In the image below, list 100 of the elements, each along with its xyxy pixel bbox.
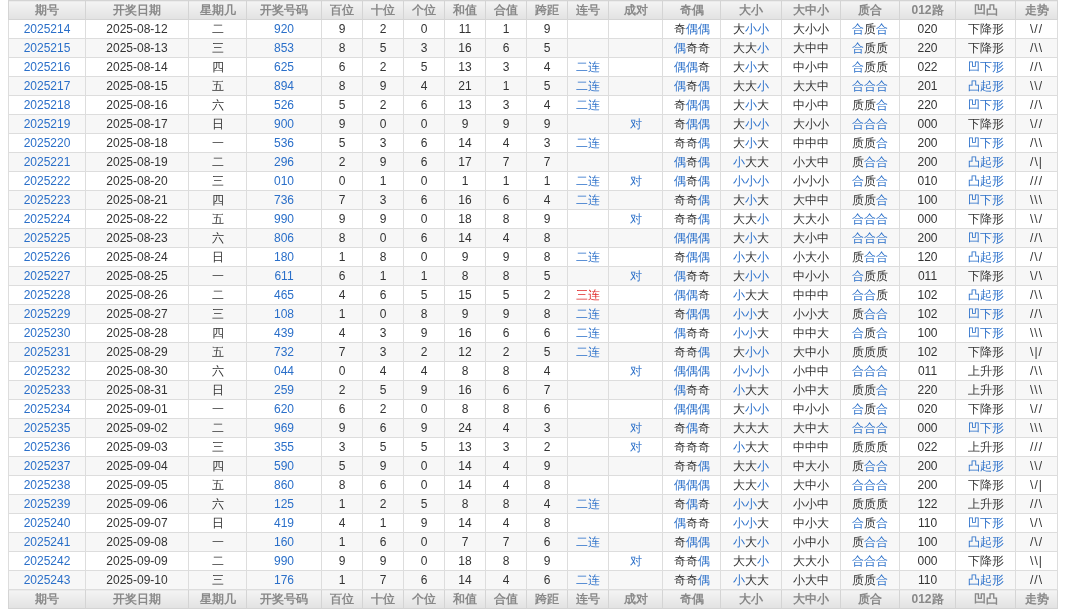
table-cell: 6	[403, 570, 445, 590]
table-cell: /\|	[1015, 152, 1058, 172]
table-cell: 176	[246, 570, 322, 590]
table-cell: 9	[526, 19, 568, 39]
table-cell: 12	[444, 342, 486, 362]
table-cell: 二连	[567, 570, 609, 590]
table-cell: 大大小	[720, 209, 782, 229]
table-cell: 1	[485, 19, 527, 39]
table-cell: 5	[362, 38, 404, 58]
table-cell: 偶偶偶	[662, 475, 721, 495]
table-cell: \//	[1015, 19, 1058, 39]
table-cell: 1	[321, 494, 363, 514]
table-cell: 3	[526, 418, 568, 438]
table-cell: 011	[899, 361, 956, 381]
table-cell: 5	[403, 494, 445, 514]
table-cell: 奇偶偶	[662, 247, 721, 267]
table-cell: 大小小	[720, 399, 782, 419]
table-cell: 990	[246, 551, 322, 571]
table-cell: 8	[444, 494, 486, 514]
table-cell: 二	[188, 152, 247, 172]
table-cell: 大小小	[720, 266, 782, 286]
table-cell: 大大中	[781, 76, 841, 96]
table-cell: 022	[899, 57, 956, 77]
table-cell: 凹下形	[955, 304, 1016, 324]
table-cell: 13	[444, 95, 486, 115]
table-cell: 下降形	[955, 342, 1016, 362]
table-cell: 大大小	[720, 551, 782, 571]
table-cell: 2	[321, 380, 363, 400]
table-cell: 大小大	[720, 57, 782, 77]
table-cell: 2025-08-19	[85, 152, 189, 172]
table-cell: 小小中	[781, 494, 841, 514]
table-cell: 9	[526, 456, 568, 476]
table-cell: 0	[403, 532, 445, 552]
table-cell: 中中中	[781, 285, 841, 305]
table-cell: 合合合	[840, 114, 900, 134]
table-cell: 4	[403, 76, 445, 96]
table-cell: 下降形	[955, 551, 1016, 571]
column-header: 个位	[403, 0, 445, 20]
table-cell: 6	[403, 190, 445, 210]
table-cell: 3	[526, 133, 568, 153]
table-cell: 2025-08-20	[85, 171, 189, 191]
table-cell: 2025-09-02	[85, 418, 189, 438]
table-cell: 四	[188, 190, 247, 210]
table-cell: 质合合	[840, 532, 900, 552]
table-cell: /\\	[1015, 285, 1058, 305]
table-cell: 14	[444, 133, 486, 153]
column-header: 和值	[444, 0, 486, 20]
table-cell: 大中大	[781, 418, 841, 438]
table-cell: 2	[403, 342, 445, 362]
table-cell: 3	[321, 437, 363, 457]
table-cell: 8	[485, 494, 527, 514]
table-cell: 二连	[567, 190, 609, 210]
table-cell: 8	[444, 266, 486, 286]
table-cell: 8	[526, 247, 568, 267]
table-cell: 14	[444, 570, 486, 590]
table-cell: 偶奇偶	[662, 171, 721, 191]
table-cell: 8	[485, 209, 527, 229]
table-cell: 259	[246, 380, 322, 400]
table-cell: //\	[1015, 95, 1058, 115]
table-cell: 对	[608, 114, 663, 134]
table-cell: 120	[899, 247, 956, 267]
table-cell: 小大小	[720, 247, 782, 267]
table-cell: 凹下形	[955, 228, 1016, 248]
table-cell: 0	[403, 475, 445, 495]
table-cell: 凹下形	[955, 133, 1016, 153]
table-cell: 011	[899, 266, 956, 286]
table-cell: 122	[899, 494, 956, 514]
table-cell: 14	[444, 475, 486, 495]
table-cell: 合合合	[840, 228, 900, 248]
table-cell: 4	[485, 228, 527, 248]
table-cell: 9	[526, 551, 568, 571]
table-cell: 质质合	[840, 570, 900, 590]
table-cell: 100	[899, 532, 956, 552]
table-cell: 六	[188, 361, 247, 381]
table-cell: 中小中	[781, 57, 841, 77]
table-cell: 1	[321, 247, 363, 267]
table-cell: 6	[403, 133, 445, 153]
table-cell: 6	[403, 152, 445, 172]
table-cell: 200	[899, 475, 956, 495]
table-cell: 9	[321, 19, 363, 39]
table-cell: 920	[246, 19, 322, 39]
column-header: 百位	[321, 0, 363, 20]
table-cell: 偶奇奇	[662, 38, 721, 58]
table-cell: 一	[188, 133, 247, 153]
table-cell: 125	[246, 494, 322, 514]
table-cell: 18	[444, 209, 486, 229]
table-cell: 2025-08-18	[85, 133, 189, 153]
table-cell: 000	[899, 114, 956, 134]
table-cell: 二连	[567, 76, 609, 96]
table-cell: 下降形	[955, 266, 1016, 286]
table-cell: 大小小	[720, 114, 782, 134]
table-cell: 大大小	[781, 209, 841, 229]
table-cell: 二连	[567, 494, 609, 514]
table-cell: 三	[188, 437, 247, 457]
table-cell: 5	[403, 285, 445, 305]
table-cell: 465	[246, 285, 322, 305]
table-cell: 二	[188, 551, 247, 571]
table-cell: 2025-08-31	[85, 380, 189, 400]
table-cell: 8	[526, 475, 568, 495]
table-cell: 2025-09-10	[85, 570, 189, 590]
